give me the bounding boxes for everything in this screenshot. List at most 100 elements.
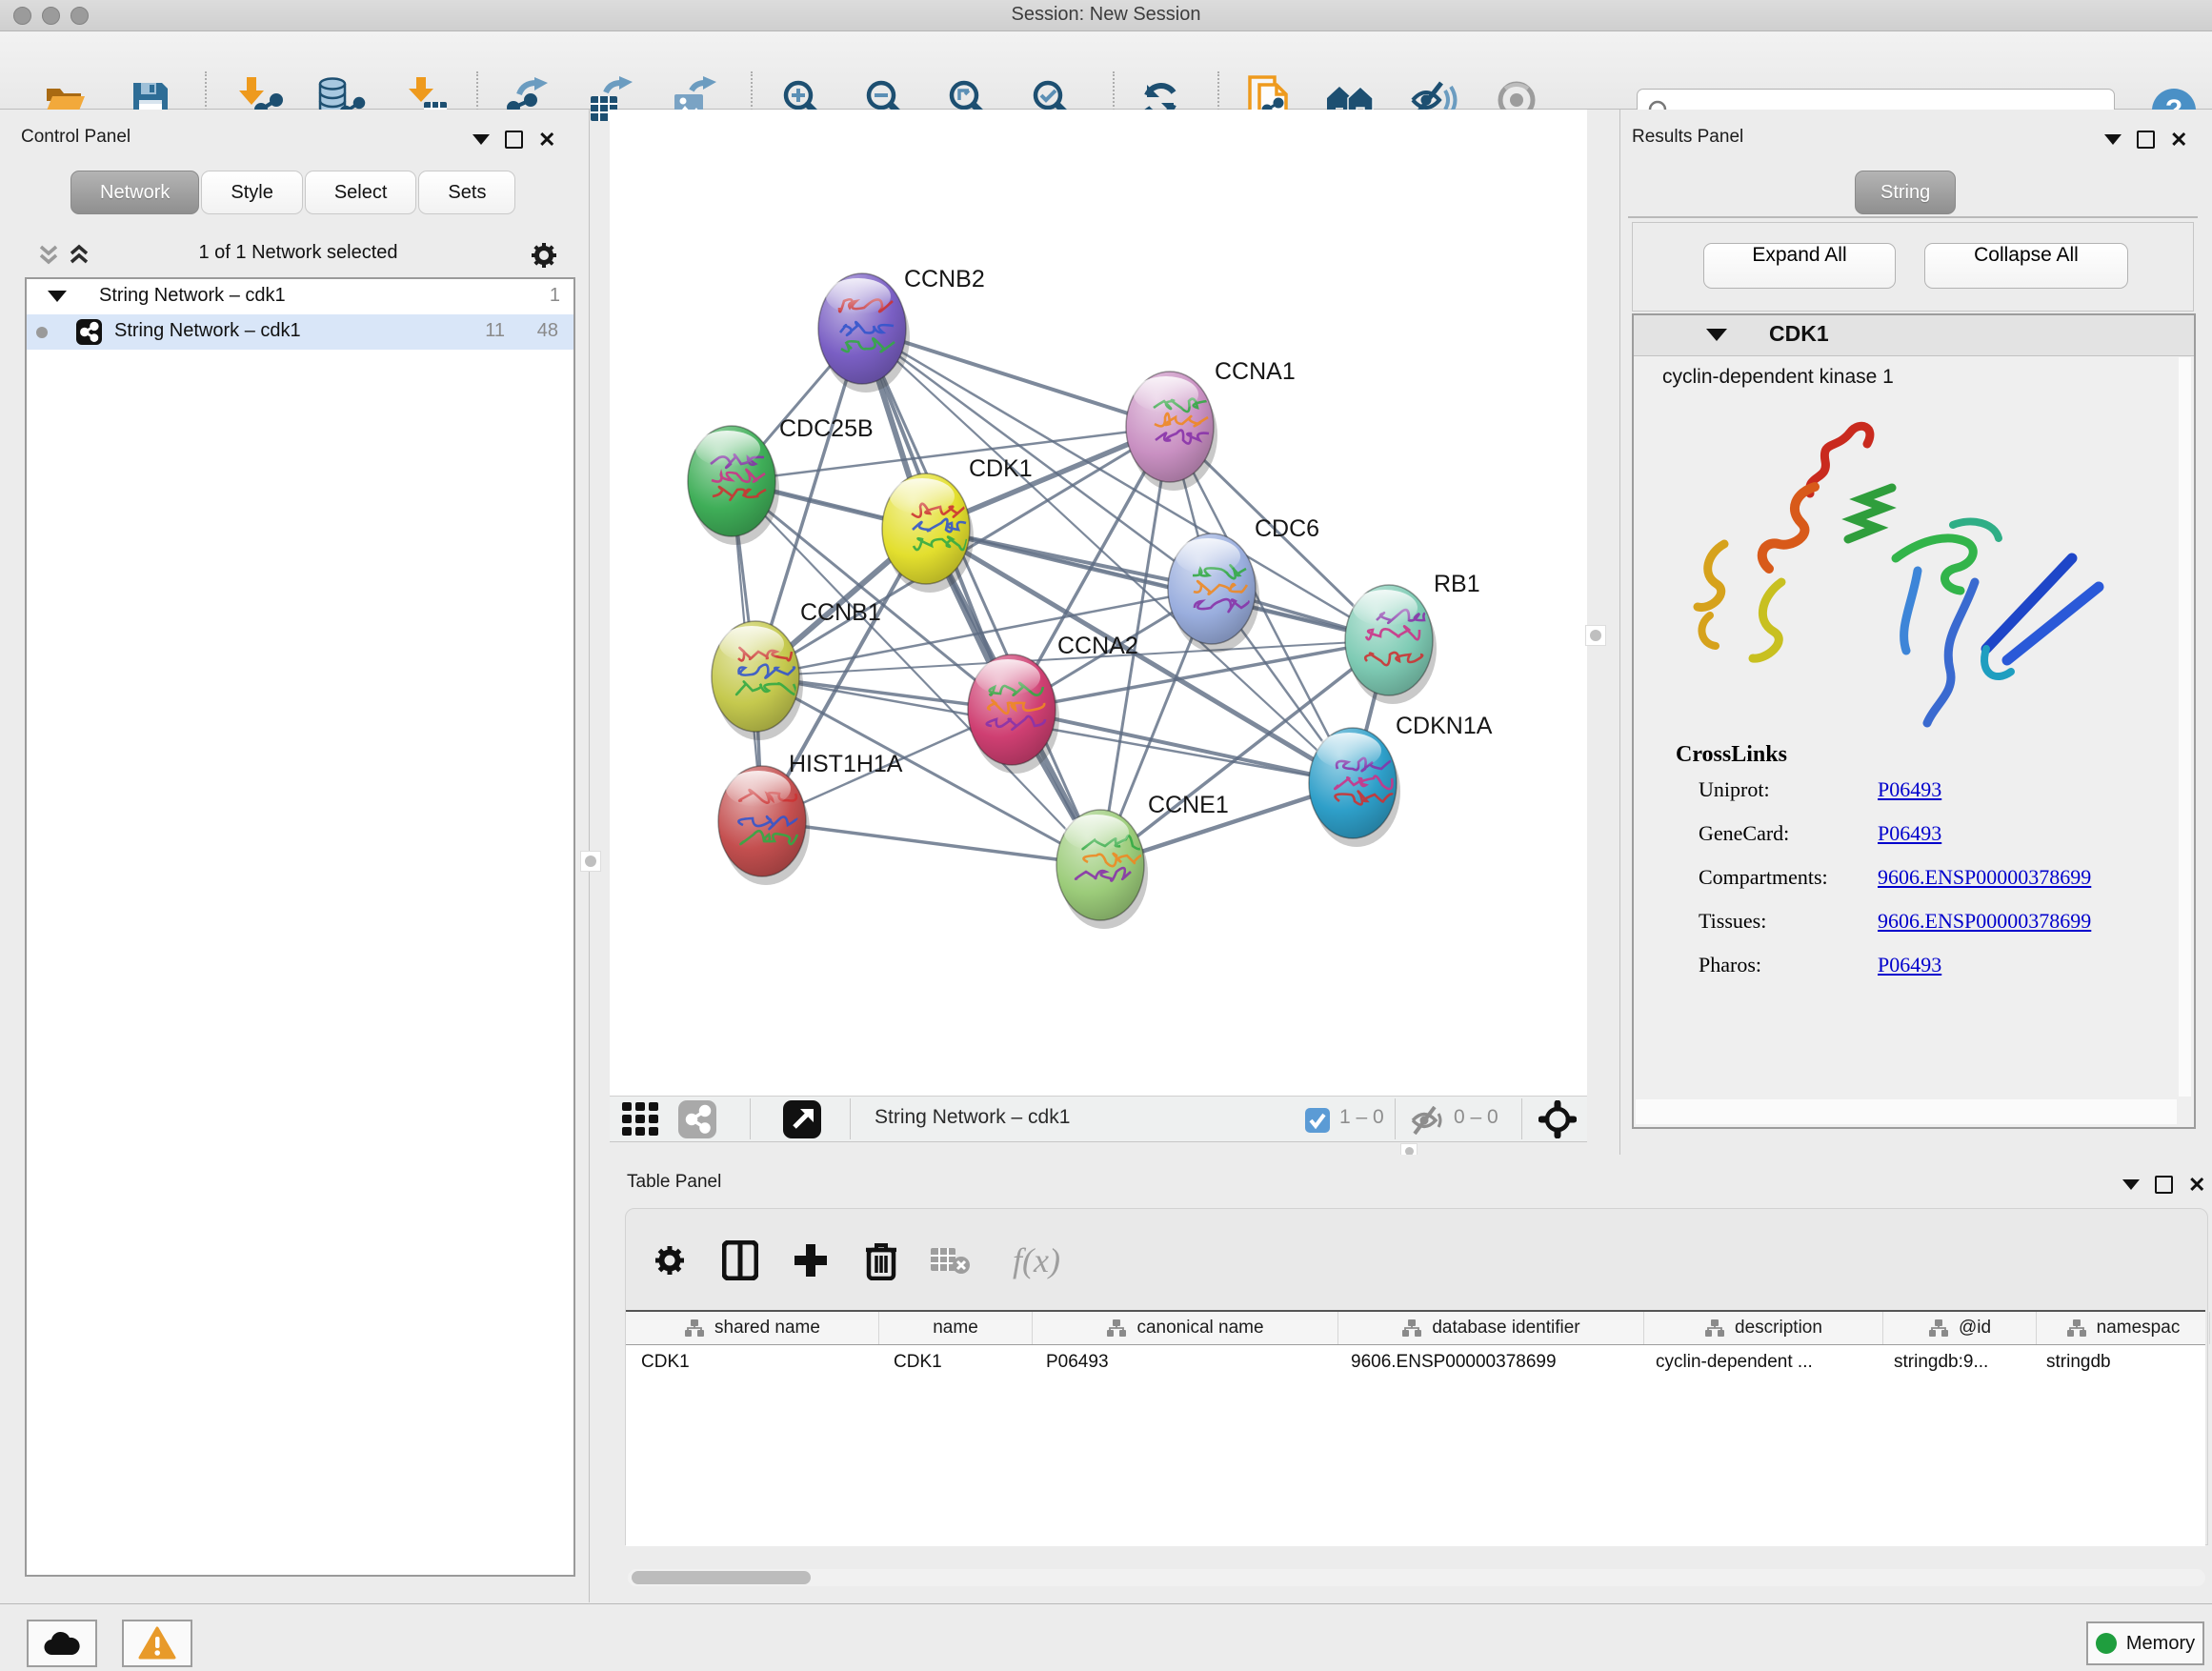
collapse-entry-icon[interactable]: [1706, 329, 1727, 341]
table-cell[interactable]: P06493: [1031, 1345, 1336, 1379]
network-node-cdc6[interactable]: CDC6: [1168, 515, 1319, 653]
network-node-ccnb2[interactable]: CCNB2: [818, 266, 985, 393]
float-panel-icon[interactable]: [2122, 1179, 2140, 1190]
network-node-ccne1[interactable]: CCNE1: [1056, 792, 1229, 929]
network-node-ccna1[interactable]: CCNA1: [1126, 358, 1296, 491]
left-splitter-handle[interactable]: [580, 851, 601, 872]
collapse-all-button[interactable]: Collapse All: [1924, 243, 2128, 289]
crosslink-link[interactable]: 9606.ENSP00000378699: [1878, 865, 2091, 890]
column-header-canonical-name[interactable]: canonical name: [1033, 1312, 1338, 1344]
birdseye-grid-icon[interactable]: [622, 1102, 660, 1137]
scrollbar-thumb[interactable]: [632, 1571, 811, 1584]
float-panel-icon[interactable]: [473, 134, 490, 145]
separator: [1521, 1098, 1522, 1139]
plus-icon: [793, 1242, 829, 1278]
network-node-cdkn1a[interactable]: CDKN1A: [1309, 713, 1493, 847]
crosslink-label: Tissues:: [1699, 909, 1766, 934]
delete-column-button[interactable]: [855, 1234, 908, 1287]
maximize-panel-icon[interactable]: [2137, 131, 2155, 149]
application-window: Session: New Session: [0, 0, 2212, 1671]
close-panel-icon[interactable]: ✕: [2170, 132, 2187, 147]
column-label: database identifier: [1432, 1318, 1579, 1339]
window-title: Session: New Session: [0, 4, 2212, 26]
column-header-database-identifier[interactable]: database identifier: [1338, 1312, 1644, 1344]
gear-icon: [653, 1243, 687, 1278]
network-view-canvas[interactable]: CCNB2CCNA1CDC25BCDK1CDC6RB1CCNB1CCNA2CDK…: [610, 110, 1587, 1096]
network-node-cdc25b[interactable]: CDC25B: [688, 415, 874, 545]
network-node-rb1[interactable]: RB1: [1345, 571, 1480, 704]
open-in-new-window-icon[interactable]: [783, 1100, 821, 1138]
crosslink-link[interactable]: 9606.ENSP00000378699: [1878, 909, 2091, 934]
column-header--id[interactable]: @id: [1883, 1312, 2037, 1344]
network-overview-share-icon[interactable]: [678, 1100, 716, 1138]
table-cell[interactable]: 9606.ENSP00000378699: [1336, 1345, 1640, 1379]
cloud-status-button[interactable]: [27, 1620, 97, 1667]
right-splitter-handle[interactable]: [1585, 625, 1606, 646]
crosslink-link[interactable]: P06493: [1878, 821, 1941, 846]
expand-collapse-row: Expand All Collapse All: [1632, 222, 2194, 312]
tab-style[interactable]: Style: [201, 171, 302, 214]
tab-sets[interactable]: Sets: [418, 171, 515, 214]
maximize-panel-icon[interactable]: [2155, 1176, 2173, 1194]
table-settings-button[interactable]: [643, 1234, 696, 1287]
network-label: String Network – cdk1: [114, 320, 301, 342]
network-tree-item[interactable]: String Network – cdk1 11 48: [27, 314, 573, 350]
column-header-shared-name[interactable]: shared name: [626, 1312, 879, 1344]
crosslink-link[interactable]: P06493: [1878, 953, 1941, 977]
network-edge[interactable]: [862, 329, 1100, 865]
table-cell[interactable]: stringdb:9...: [1879, 1345, 2031, 1379]
table-row[interactable]: CDK1CDK1P064939606.ENSP00000378699cyclin…: [626, 1345, 2205, 1379]
column-header-name[interactable]: name: [879, 1312, 1033, 1344]
table-cell[interactable]: stringdb: [2031, 1345, 2203, 1379]
crosslinks-section: CrossLinks Uniprot:P06493GeneCard:P06493…: [1676, 742, 2171, 987]
table-cell[interactable]: CDK1: [878, 1345, 1031, 1379]
status-bar: Memory: [0, 1603, 2212, 1671]
tab-string[interactable]: String: [1855, 171, 1956, 214]
warnings-button[interactable]: [122, 1620, 192, 1667]
create-column-button[interactable]: [784, 1234, 837, 1287]
results-horizontal-scrollbar[interactable]: [1636, 1099, 2177, 1124]
table-horizontal-scrollbar[interactable]: [628, 1569, 2205, 1586]
results-vertical-scrollbar[interactable]: [2179, 357, 2191, 1097]
node-label: CDK1: [969, 455, 1033, 482]
float-panel-icon[interactable]: [2104, 134, 2122, 145]
crosslink-label: GeneCard:: [1699, 821, 1789, 846]
close-panel-icon[interactable]: ✕: [2188, 1178, 2205, 1192]
tab-network[interactable]: Network: [70, 171, 199, 214]
network-edge[interactable]: [1012, 710, 1353, 783]
function-builder-button-disabled: f(x): [994, 1234, 1079, 1287]
maximize-panel-icon[interactable]: [505, 131, 523, 149]
crosslink-row: Tissues: 9606.ENSP00000378699: [1676, 899, 2171, 943]
hidden-node-edge-count: 0 – 0: [1454, 1106, 1498, 1129]
control-panel-tabs: NetworkStyleSelectSets: [70, 171, 517, 214]
crosslink-label: Uniprot:: [1699, 777, 1770, 802]
selected-checkbox-icon[interactable]: [1305, 1108, 1330, 1133]
crosslink-row: Pharos:P06493: [1676, 943, 2171, 987]
memory-button[interactable]: Memory: [2086, 1621, 2204, 1665]
close-panel-icon[interactable]: ✕: [538, 132, 555, 147]
show-columns-button[interactable]: [714, 1234, 767, 1287]
node-table-container: f(x) shared namenamecanonical name databa…: [625, 1208, 2208, 1545]
network-edge[interactable]: [762, 821, 1100, 865]
fit-selected-crosshair-icon[interactable]: [1538, 1100, 1577, 1138]
network-collection-label: String Network – cdk1: [99, 285, 286, 307]
table-cell[interactable]: cyclin-dependent ...: [1640, 1345, 1879, 1379]
network-node-hist1h1a[interactable]: HIST1H1A: [718, 751, 903, 885]
network-edge[interactable]: [926, 529, 1389, 640]
tab-select[interactable]: Select: [305, 171, 417, 214]
gene-name: CDK1: [1769, 321, 1829, 347]
fx-icon: f(x): [1013, 1240, 1060, 1280]
crosslink-link[interactable]: P06493: [1878, 777, 1941, 802]
table-cell[interactable]: CDK1: [626, 1345, 878, 1379]
expand-all-button[interactable]: Expand All: [1703, 243, 1896, 289]
entry-header[interactable]: CDK1: [1634, 315, 2194, 356]
column-header-description[interactable]: description: [1644, 1312, 1883, 1344]
column-header-namespac[interactable]: namespac: [2037, 1312, 2210, 1344]
hierarchy-icon: [1928, 1319, 1949, 1338]
hierarchy-icon: [684, 1319, 705, 1338]
network-edges: [732, 329, 1389, 865]
network-options-gear-icon[interactable]: [530, 241, 558, 270]
expand-collapse-triangle[interactable]: [48, 291, 67, 302]
hierarchy-icon: [1106, 1319, 1127, 1338]
network-tree-item[interactable]: String Network – cdk1 1: [27, 279, 573, 314]
